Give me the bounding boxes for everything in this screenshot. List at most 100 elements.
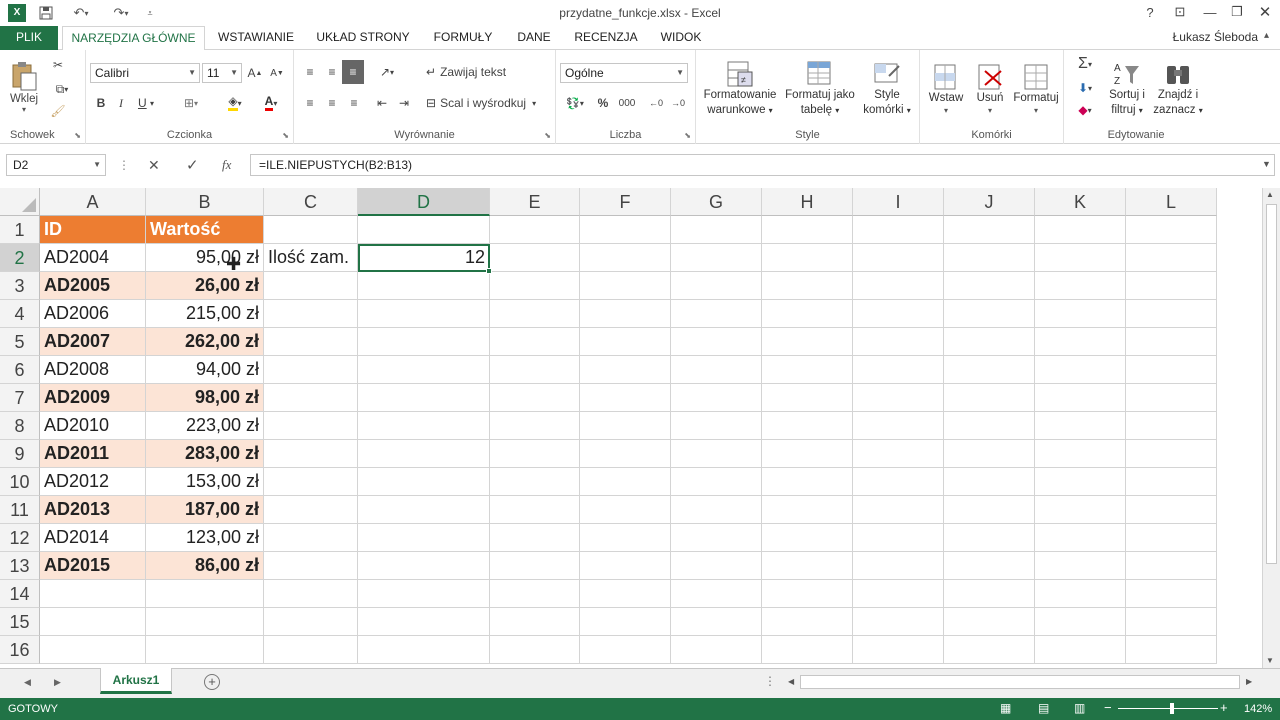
cell-styles-button[interactable]: Style komórki ▾ <box>858 54 916 124</box>
decrease-indent-icon[interactable]: ⇤ <box>372 93 392 113</box>
cell-l6[interactable] <box>1126 356 1217 384</box>
row-header-14[interactable]: 14 <box>0 580 40 608</box>
cell-j12[interactable] <box>944 524 1035 552</box>
cell-l2[interactable] <box>1126 244 1217 272</box>
cut-icon[interactable]: ✂ <box>48 56 68 74</box>
cell-h16[interactable] <box>762 636 853 664</box>
prev-sheet-icon[interactable]: ◀ <box>24 677 31 688</box>
format-as-table-button[interactable]: Formatuj jako tabelę ▾ <box>782 54 858 124</box>
cell-i6[interactable] <box>853 356 944 384</box>
cell-f14[interactable] <box>580 580 671 608</box>
cell-l14[interactable] <box>1126 580 1217 608</box>
cell-g12[interactable] <box>671 524 762 552</box>
cell-d16[interactable] <box>358 636 490 664</box>
cell-k10[interactable] <box>1035 468 1126 496</box>
formula-input[interactable]: =ILE.NIEPUSTYCH(B2:B13) <box>250 154 1275 176</box>
cell-d4[interactable] <box>358 300 490 328</box>
row-header-5[interactable]: 5 <box>0 328 40 356</box>
cell-h5[interactable] <box>762 328 853 356</box>
cell-a7[interactable]: AD2009 <box>40 384 146 412</box>
close-icon[interactable]: ✕ <box>1250 0 1280 24</box>
cell-h4[interactable] <box>762 300 853 328</box>
borders-icon[interactable]: ⊞ ▾ <box>176 93 206 113</box>
cell-k9[interactable] <box>1035 440 1126 468</box>
cell-l3[interactable] <box>1126 272 1217 300</box>
cell-c3[interactable] <box>264 272 358 300</box>
cell-f2[interactable] <box>580 244 671 272</box>
cell-f8[interactable] <box>580 412 671 440</box>
cell-l5[interactable] <box>1126 328 1217 356</box>
minimize-icon[interactable]: — <box>1195 0 1225 24</box>
row-header-16[interactable]: 16 <box>0 636 40 664</box>
cell-k5[interactable] <box>1035 328 1126 356</box>
cell-b15[interactable] <box>146 608 264 636</box>
cell-h6[interactable] <box>762 356 853 384</box>
expand-formula-icon[interactable]: ▼ <box>1262 159 1271 169</box>
row-header-12[interactable]: 12 <box>0 524 40 552</box>
align-left-icon[interactable]: ≡ <box>300 93 320 113</box>
cell-c4[interactable] <box>264 300 358 328</box>
sheet-scroll-dots-icon[interactable]: ⋮ <box>764 674 776 688</box>
cell-f9[interactable] <box>580 440 671 468</box>
column-header-b[interactable]: B <box>146 188 264 216</box>
cell-e7[interactable] <box>490 384 580 412</box>
cell-c6[interactable] <box>264 356 358 384</box>
align-middle-icon[interactable]: ≡ <box>322 62 342 82</box>
cell-h3[interactable] <box>762 272 853 300</box>
cell-d15[interactable] <box>358 608 490 636</box>
sheet-tab-arkusz1[interactable]: Arkusz1 <box>100 668 172 694</box>
cell-d2[interactable]: 12 <box>358 244 490 272</box>
cell-i3[interactable] <box>853 272 944 300</box>
cell-j4[interactable] <box>944 300 1035 328</box>
add-sheet-icon[interactable]: + <box>204 674 220 690</box>
cell-c8[interactable] <box>264 412 358 440</box>
cell-g4[interactable] <box>671 300 762 328</box>
cell-g16[interactable] <box>671 636 762 664</box>
cell-k3[interactable] <box>1035 272 1126 300</box>
cell-l1[interactable] <box>1126 216 1217 244</box>
font-color-icon[interactable]: A ▾ <box>256 93 286 113</box>
cell-b3[interactable]: 26,00 zł <box>146 272 264 300</box>
cell-k2[interactable] <box>1035 244 1126 272</box>
cell-h13[interactable] <box>762 552 853 580</box>
underline-button[interactable]: U ▾ <box>132 93 160 113</box>
cell-l10[interactable] <box>1126 468 1217 496</box>
cell-j6[interactable] <box>944 356 1035 384</box>
fill-icon[interactable]: ⬇ ▾ <box>1070 78 1100 98</box>
zoom-out-icon[interactable]: − <box>1104 700 1112 715</box>
cell-k12[interactable] <box>1035 524 1126 552</box>
sort-filter-button[interactable]: AZ Sortuj i filtruj ▾ <box>1104 54 1150 124</box>
tab-view[interactable]: WIDOK <box>652 26 710 50</box>
cell-c16[interactable] <box>264 636 358 664</box>
cell-d14[interactable] <box>358 580 490 608</box>
zoom-level[interactable]: 142% <box>1244 703 1272 715</box>
cell-e4[interactable] <box>490 300 580 328</box>
zoom-slider-thumb[interactable] <box>1170 703 1174 714</box>
cell-g14[interactable] <box>671 580 762 608</box>
cell-f12[interactable] <box>580 524 671 552</box>
cell-d5[interactable] <box>358 328 490 356</box>
cell-e13[interactable] <box>490 552 580 580</box>
cell-d13[interactable] <box>358 552 490 580</box>
cell-i7[interactable] <box>853 384 944 412</box>
cell-h8[interactable] <box>762 412 853 440</box>
cell-a4[interactable]: AD2006 <box>40 300 146 328</box>
conditional-formatting-button[interactable]: ≠ Formatowanie warunkowe ▾ <box>700 54 780 124</box>
cell-f16[interactable] <box>580 636 671 664</box>
row-header-13[interactable]: 13 <box>0 552 40 580</box>
cell-c13[interactable] <box>264 552 358 580</box>
cell-i9[interactable] <box>853 440 944 468</box>
fill-color-icon[interactable]: ◈ ▾ <box>220 93 250 113</box>
cell-h9[interactable] <box>762 440 853 468</box>
cell-h2[interactable] <box>762 244 853 272</box>
cell-l9[interactable] <box>1126 440 1217 468</box>
cell-k16[interactable] <box>1035 636 1126 664</box>
cell-j3[interactable] <box>944 272 1035 300</box>
number-format-select[interactable]: Ogólne ▼ <box>560 63 688 83</box>
cell-a16[interactable] <box>40 636 146 664</box>
cell-c11[interactable] <box>264 496 358 524</box>
number-launcher-icon[interactable]: ⬊ <box>684 131 691 140</box>
cell-g2[interactable] <box>671 244 762 272</box>
column-header-g[interactable]: G <box>671 188 762 216</box>
cell-e2[interactable] <box>490 244 580 272</box>
